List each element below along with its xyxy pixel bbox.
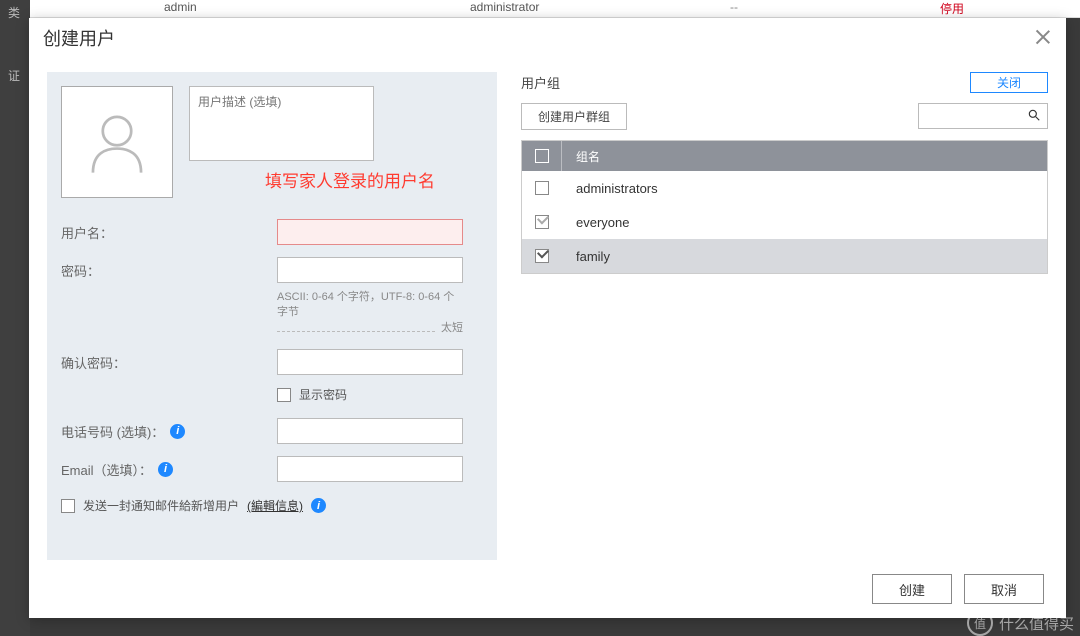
info-icon[interactable]: i (158, 462, 173, 477)
description-input[interactable] (189, 86, 374, 161)
dialog-header: 创建用户 (29, 18, 1066, 58)
password-input[interactable] (277, 257, 463, 283)
password-hint: ASCII: 0-64 个字符，UTF-8: 0-64 个字节 太短 (277, 290, 463, 336)
groups-title: 用户组 (521, 73, 560, 92)
header-name: 组名 (562, 148, 600, 165)
phone-label: 电话号码 (选填)： i (61, 422, 277, 441)
username-label: 用户名： (61, 223, 277, 242)
groups-toolbar: 创建用户群组 (521, 103, 1048, 130)
password-strength: 太短 (441, 321, 463, 336)
row-checkbox[interactable] (535, 181, 549, 195)
groups-table-body: administrators everyone family (522, 171, 1047, 273)
table-row[interactable]: administrators (522, 171, 1047, 205)
left-pane: 填写家人登录的用户名 用户名： 密码： ASCII: 0-64 个字符，UTF-… (47, 72, 497, 560)
edit-info-link[interactable]: (編輯信息) (247, 497, 303, 514)
password-meter (277, 324, 435, 332)
sidebar-glimpse: 类 证 (0, 0, 30, 636)
groups-table: 组名 administrators everyone family (521, 140, 1048, 274)
header-checkbox-cell (522, 141, 562, 171)
dialog-footer: 创建 取消 (29, 560, 1066, 618)
row-name: everyone (562, 215, 629, 230)
row-name: administrators (562, 181, 658, 196)
confirm-input[interactable] (277, 349, 463, 375)
bg-user: admin (140, 0, 470, 17)
groups-search[interactable] (918, 103, 1048, 129)
row-checkbox-cell (522, 249, 562, 263)
right-pane: 用户组 关闭 创建用户群组 组名 administratorse (521, 72, 1048, 560)
create-button[interactable]: 创建 (872, 574, 952, 604)
phone-input[interactable] (277, 418, 463, 444)
password-label: 密码： (61, 261, 277, 280)
select-all-checkbox[interactable] (535, 149, 549, 163)
user-icon (82, 107, 152, 177)
row-checkbox[interactable] (535, 215, 549, 229)
close-icon[interactable] (1034, 28, 1052, 46)
username-row: 用户名： (61, 214, 483, 250)
cancel-button[interactable]: 取消 (964, 574, 1044, 604)
annotation-text: 填写家人登录的用户名 (265, 167, 435, 192)
phone-row: 电话号码 (选填)： i (61, 413, 483, 449)
watermark-text: 什么值得买 (999, 613, 1074, 634)
email-input[interactable] (277, 456, 463, 482)
search-icon (1027, 108, 1041, 125)
username-input[interactable] (277, 219, 463, 245)
row-name: family (562, 249, 610, 264)
send-mail-checkbox[interactable] (61, 499, 75, 513)
avatar-placeholder[interactable] (61, 86, 173, 198)
dialog-body: 填写家人登录的用户名 用户名： 密码： ASCII: 0-64 个字符，UTF-… (29, 58, 1066, 560)
show-password-label: 显示密码 (299, 386, 347, 403)
info-icon[interactable]: i (311, 498, 326, 513)
email-row: Email（选填）： i (61, 451, 483, 487)
bg-status: 停用 (930, 0, 964, 17)
background-table-row: admin administrator -- 停用 (0, 0, 1080, 18)
bg-role: administrator (470, 0, 730, 17)
close-groups-button[interactable]: 关闭 (970, 72, 1048, 93)
groups-table-header: 组名 (522, 141, 1047, 171)
watermark-icon: 值 (967, 610, 993, 636)
watermark: 值 什么值得买 (967, 610, 1074, 636)
create-user-dialog: 创建用户 填写家人登录的用户名 用户名： (29, 18, 1066, 618)
email-label: Email（选填）： i (61, 460, 277, 479)
password-row: 密码： (61, 252, 483, 288)
send-mail-label: 发送一封通知邮件給新增用户 (83, 497, 239, 514)
confirm-label: 确认密码： (61, 353, 277, 372)
table-row[interactable]: family (522, 239, 1047, 273)
table-row[interactable]: everyone (522, 205, 1047, 239)
info-icon[interactable]: i (170, 424, 185, 439)
confirm-row: 确认密码： (61, 344, 483, 380)
show-password-row: 显示密码 (277, 386, 483, 403)
send-mail-row: 发送一封通知邮件給新增用户 (編輯信息) i (61, 497, 483, 514)
sidebar-item-1: 类 (0, 2, 30, 23)
groups-header: 用户组 关闭 (521, 72, 1048, 93)
show-password-checkbox[interactable] (277, 388, 291, 402)
dialog-title: 创建用户 (43, 25, 115, 51)
form-rows: 用户名： 密码： ASCII: 0-64 个字符，UTF-8: 0-64 个字节… (61, 214, 483, 514)
bg-dash: -- (730, 0, 930, 17)
row-checkbox[interactable] (535, 249, 549, 263)
create-group-button[interactable]: 创建用户群组 (521, 103, 627, 130)
row-checkbox-cell (522, 215, 562, 229)
row-checkbox-cell (522, 181, 562, 195)
sidebar-item-2: 证 (0, 65, 30, 86)
